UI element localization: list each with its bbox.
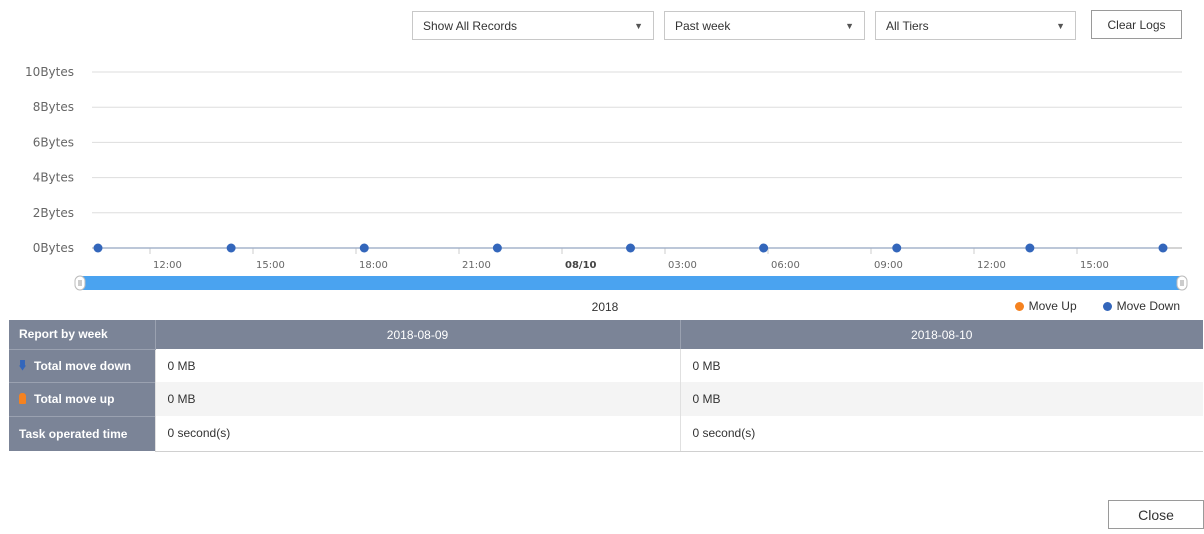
table-cell: 0 MB [154, 382, 680, 416]
table-cell: 0 MB [679, 349, 1203, 382]
data-point[interactable] [359, 243, 369, 253]
close-button[interactable]: Close [1108, 500, 1204, 529]
y-tick-label: 2Bytes [33, 206, 74, 220]
legend-move-down[interactable]: Move Down [1102, 299, 1180, 313]
report-header-label: Report by week [9, 320, 155, 349]
range-slider-bar[interactable] [80, 276, 1182, 290]
row-label-total-move-down: Total move down [9, 348, 155, 382]
legend-move-up[interactable]: Move Up [1014, 299, 1077, 313]
x-tick-label: 15:00 [1080, 260, 1109, 271]
data-point[interactable] [892, 243, 902, 253]
data-point[interactable] [626, 243, 635, 253]
tier-filter-select[interactable]: All Tiers ▼ [875, 11, 1076, 40]
move-up-dot-icon [1014, 301, 1024, 311]
report-date-col-1: 2018-08-09 [154, 320, 680, 349]
time-range-select[interactable]: Past week ▼ [664, 11, 865, 40]
report-date-col-2: 2018-08-10 [679, 320, 1203, 349]
row-label-text: Total move down [34, 358, 132, 373]
row-label-task-operated-time: Task operated time [9, 415, 155, 451]
y-tick-label: 6Bytes [33, 135, 74, 149]
table-cell: 0 second(s) [679, 416, 1203, 452]
clear-logs-button[interactable]: Clear Logs [1091, 10, 1182, 39]
report-table: Report by week 2018-08-09 2018-08-10 Tot… [9, 320, 1203, 452]
data-point[interactable] [93, 243, 103, 253]
y-tick-label: 8Bytes [33, 100, 74, 114]
data-point[interactable] [759, 243, 769, 253]
table-cell: 0 second(s) [154, 416, 680, 452]
chevron-down-icon: ▼ [1056, 20, 1065, 31]
x-tick-label: 09:00 [874, 260, 903, 271]
y-tick-label: 4Bytes [33, 171, 74, 185]
table-row: Total move up 0 MB 0 MB [9, 381, 1203, 416]
table-cell: 0 MB [679, 382, 1203, 416]
table-row: Total move down 0 MB 0 MB [9, 348, 1203, 382]
row-label-text: Total move up [34, 392, 115, 406]
row-label-text: Task operated time [19, 426, 128, 441]
x-tick-label: 12:00 [977, 260, 1006, 271]
chevron-down-icon: ▼ [634, 20, 643, 31]
range-handle-right[interactable] [1176, 275, 1188, 291]
toolbar: Show All Records ▼ Past week ▼ All Tiers… [0, 10, 1204, 41]
table-row: Task operated time 0 second(s) 0 second(… [9, 415, 1203, 452]
record-filter-value: Show All Records [423, 18, 518, 33]
tier-filter-value: All Tiers [886, 18, 929, 33]
x-tick-label: 03:00 [668, 260, 697, 271]
move-down-dot-icon [1102, 301, 1112, 311]
arrow-down-icon [19, 359, 26, 371]
table-cell: 0 MB [154, 349, 680, 382]
legend-move-up-label: Move Up [1028, 299, 1077, 313]
y-tick-label: 0Bytes [33, 241, 74, 255]
chart-area: 10Bytes 8Bytes 6Bytes 4Bytes 2Bytes 0Bytes 12:… [0, 55, 1204, 320]
x-tick-label: 08/10 [565, 260, 597, 271]
record-filter-select[interactable]: Show All Records ▼ [412, 11, 654, 40]
range-handle-left[interactable] [74, 275, 86, 291]
chevron-down-icon: ▼ [845, 20, 854, 31]
chart-legend: Move Up Move Down [1014, 299, 1180, 313]
data-point[interactable] [226, 243, 236, 253]
x-tick-label: 18:00 [359, 260, 388, 271]
row-label-total-move-up: Total move up [9, 381, 155, 416]
x-axis-title: 2018 [591, 300, 619, 314]
report-header-row: Report by week 2018-08-09 2018-08-10 [9, 320, 1203, 349]
x-tick-label: 06:00 [771, 260, 800, 271]
legend-move-down-label: Move Down [1116, 299, 1180, 313]
y-tick-label: 10Bytes [25, 65, 74, 79]
time-range-value: Past week [675, 18, 731, 33]
arrow-up-icon [19, 393, 26, 404]
data-point[interactable] [1158, 243, 1168, 253]
x-tick-label: 15:00 [256, 260, 285, 271]
x-tick-label: 12:00 [153, 260, 182, 271]
move-chart: 10Bytes 8Bytes 6Bytes 4Bytes 2Bytes 0Bytes 12:… [25, 65, 1188, 291]
x-tick-label: 21:00 [462, 260, 491, 271]
data-point[interactable] [492, 243, 502, 253]
data-point[interactable] [1025, 243, 1035, 253]
